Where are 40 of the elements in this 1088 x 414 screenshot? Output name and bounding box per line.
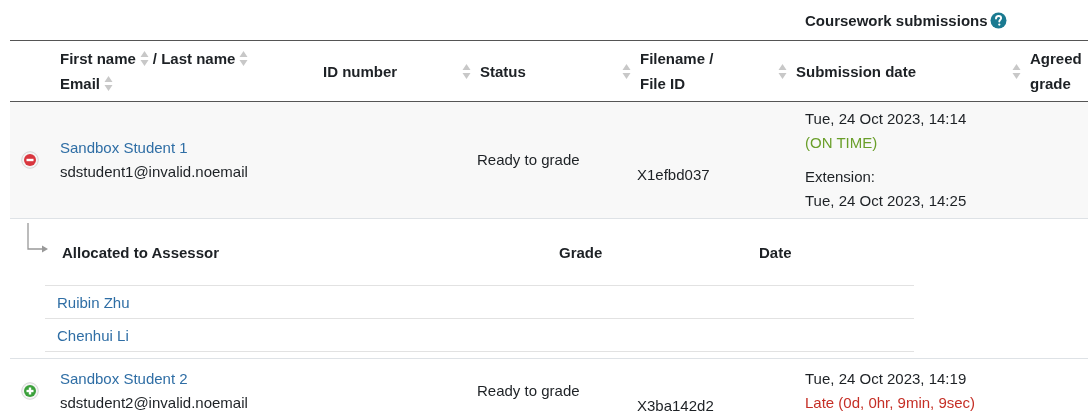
sort-icon[interactable] (139, 50, 149, 67)
collapse-icon[interactable] (21, 151, 39, 169)
file-id: X1efbd037 (637, 163, 710, 187)
student-name-link[interactable]: Sandbox Student 1 (60, 136, 188, 160)
submission-date: Tue, 24 Oct 2023, 14:14 (805, 109, 967, 129)
expand-icon[interactable] (21, 382, 39, 400)
file-id: X3ba142d2 (637, 394, 714, 414)
column-header[interactable]: File ID (640, 71, 685, 96)
sort-icon[interactable] (1012, 62, 1021, 80)
extension-label: Extension: (805, 167, 876, 187)
column-header[interactable]: First name (60, 46, 136, 71)
column-header[interactable]: Agreed (1030, 46, 1082, 71)
timeliness-status: (ON TIME) (805, 133, 878, 153)
sort-icon[interactable] (239, 50, 249, 67)
assessor-name-link[interactable]: Chenhui Li (57, 326, 129, 344)
status-text: Ready to grade (477, 379, 580, 403)
column-header[interactable]: Status (480, 58, 526, 84)
sort-icon[interactable] (778, 62, 787, 80)
column-header: Allocated to Assessor (62, 243, 219, 261)
student-email: sdstudent1@invalid.noemail (60, 162, 249, 182)
column-header[interactable]: grade (1030, 71, 1071, 96)
student-name-link[interactable]: Sandbox Student 2 (60, 367, 188, 391)
assessor-name-link[interactable]: Ruibin Zhu (57, 293, 130, 311)
section-title: Coursework submissions (805, 11, 988, 29)
sort-icon[interactable] (462, 62, 471, 80)
status-text: Ready to grade (477, 148, 580, 172)
timeliness-status: Late (0d, 0hr, 9min, 9sec) (805, 393, 976, 413)
column-header: Grade (559, 243, 603, 261)
column-header[interactable]: Email (60, 71, 101, 96)
sort-icon[interactable] (622, 62, 631, 80)
column-header[interactable]: Filename / (640, 46, 714, 71)
column-header: Date (759, 243, 792, 261)
sort-icon[interactable] (104, 75, 114, 92)
help-icon[interactable] (989, 11, 1007, 29)
submission-date: Tue, 24 Oct 2023, 14:19 (805, 369, 967, 389)
column-header[interactable]: / Last name (152, 46, 236, 71)
student-email: sdstudent2@invalid.noemail (60, 393, 249, 413)
extension-date: Tue, 24 Oct 2023, 14:25 (805, 191, 967, 211)
column-header[interactable]: ID number (323, 58, 398, 84)
column-header[interactable]: Submission date (796, 58, 917, 84)
